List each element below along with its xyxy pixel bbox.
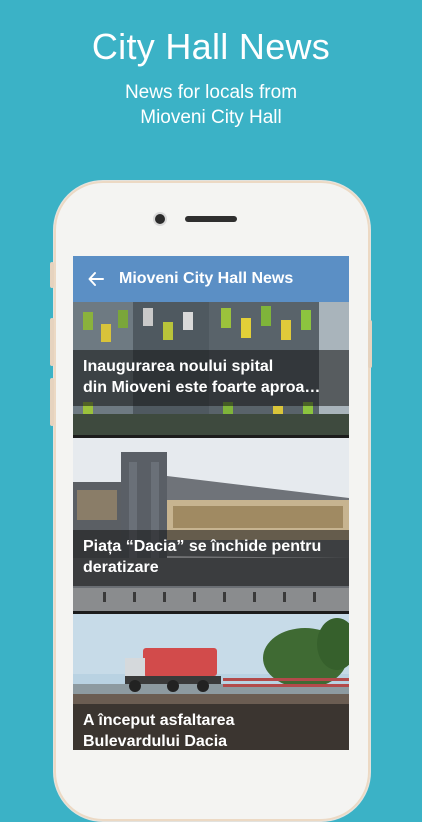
hero-subtitle: News for locals from Mioveni City Hall [0,80,422,130]
hero-subtitle-line1: News for locals from [124,82,298,103]
news-card[interactable]: Inaugurarea noului spital din Mioveni es… [73,302,349,435]
news-title-line1: Piața “Dacia” se închide pentru [83,538,322,555]
app-bar-title: Mioveni City Hall News [119,270,294,287]
news-caption: Piața “Dacia” se închide pentru deratiza… [73,530,349,586]
hero-title: City Hall News [91,26,331,67]
arrow-left-icon [88,272,104,286]
screen: Mioveni City Hall News Inaugurarea noulu… [73,256,349,750]
news-card[interactable]: Piața “Dacia” se închide pentru deratiza… [73,438,349,611]
news-title-line2: Bulevardului Dacia [83,733,228,750]
app-bar: Mioveni City Hall News [73,256,349,302]
news-caption: A început asfaltarea Bulevardului Dacia [73,704,349,750]
silent-switch [50,262,54,288]
volume-up-button [50,318,54,366]
speaker [185,216,237,222]
news-caption: Inaugurarea noului spital din Mioveni es… [73,350,349,406]
power-button [368,320,372,368]
hero-subtitle-line2: Mioveni City Hall [140,107,282,128]
camera [155,214,165,224]
news-title-line2: din Mioveni este foarte aproa… [83,379,321,396]
back-button[interactable] [73,256,119,302]
news-title-line2: deratizare [83,559,159,576]
news-card[interactable]: A început asfaltarea Bulevardului Dacia [73,614,349,750]
news-title-line1: Inaugurarea noului spital [83,358,274,375]
news-title-line1: A început asfaltarea [83,712,235,729]
volume-down-button [50,378,54,426]
